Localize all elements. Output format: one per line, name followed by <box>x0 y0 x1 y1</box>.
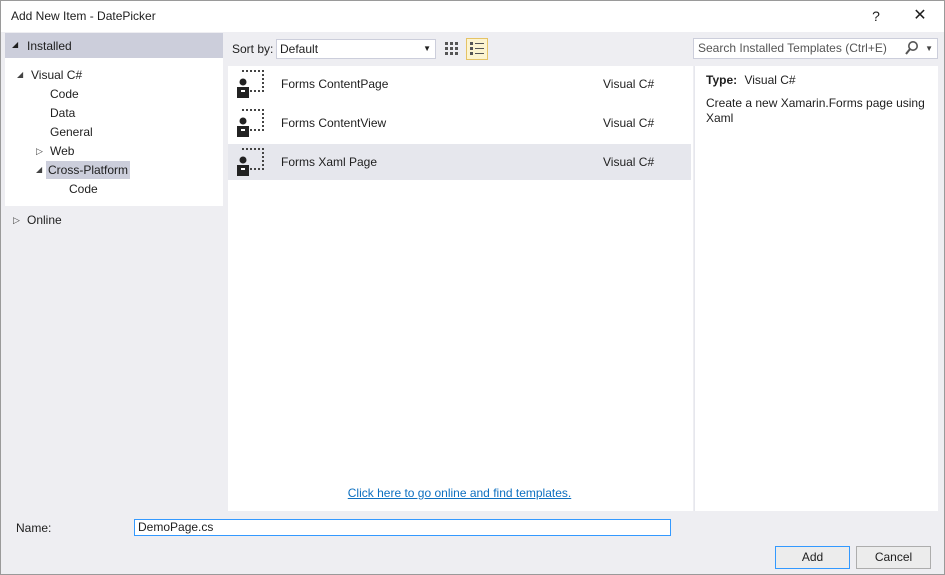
tree-node-label: Code <box>50 87 79 101</box>
template-row-forms-xaml-page[interactable]: Forms Xaml Page Visual C# <box>228 144 691 180</box>
tree-node-data[interactable]: Data <box>48 104 77 122</box>
add-new-item-dialog: Add New Item - DatePicker ? ✕ ◢ Installe… <box>0 0 945 575</box>
tree-node-label: Visual C# <box>31 68 83 82</box>
collapse-arrow-icon[interactable]: ◢ <box>12 40 18 49</box>
template-category-tree: ◢ Installed ◢ Visual C# Code Data Genera… <box>5 33 223 511</box>
tree-node-label: General <box>50 125 93 139</box>
go-online-link[interactable]: Click here to go online and find templat… <box>228 486 691 500</box>
sort-by-value: Default <box>280 42 319 56</box>
tree-node-online[interactable]: ▷ Online <box>13 211 62 229</box>
template-language: Visual C# <box>603 155 655 169</box>
window-title: Add New Item - DatePicker <box>11 9 156 23</box>
template-type: Type: Visual C# <box>706 73 796 87</box>
small-icons-view-button[interactable] <box>441 38 463 60</box>
name-label: Name: <box>16 521 52 535</box>
installed-tree-body: ◢ Visual C# Code Data General ▷ Web ◢ Cr… <box>5 58 223 206</box>
add-button[interactable]: Add <box>775 546 850 569</box>
search-templates-input[interactable]: Search Installed Templates (Ctrl+E) ▼ <box>693 38 938 59</box>
help-button[interactable]: ? <box>861 5 891 27</box>
tree-node-installed[interactable]: ◢ Installed <box>5 33 223 58</box>
template-name: Forms ContentPage <box>281 77 389 91</box>
expand-arrow-icon[interactable]: ▷ <box>13 211 20 229</box>
tree-node-cross-platform[interactable]: ◢ Cross-Platform <box>36 161 131 179</box>
forms-page-template-icon <box>237 70 264 98</box>
template-row-forms-contentpage[interactable]: Forms ContentPage Visual C# <box>228 66 691 102</box>
template-language: Visual C# <box>603 116 655 130</box>
template-row-forms-contentview[interactable]: Forms ContentView Visual C# <box>228 105 691 141</box>
template-details-panel: Type: Visual C# Create a new Xamarin.For… <box>694 66 938 511</box>
search-icon[interactable] <box>905 40 919 56</box>
grid-view-icon <box>445 42 458 55</box>
title-bar: Add New Item - DatePicker ? ✕ <box>1 1 944 32</box>
list-view-button[interactable] <box>466 38 488 60</box>
template-description: Create a new Xamarin.Forms page using Xa… <box>706 96 925 125</box>
tree-node-label: Cross-Platform <box>46 161 131 179</box>
search-options-caret-icon[interactable]: ▼ <box>925 39 933 58</box>
template-name: Forms ContentView <box>281 116 387 130</box>
expand-arrow-icon[interactable]: ▷ <box>36 142 43 160</box>
search-placeholder: Search Installed Templates (Ctrl+E) <box>698 41 887 55</box>
close-button[interactable]: ✕ <box>905 5 935 27</box>
tree-node-label: Data <box>50 106 76 120</box>
sort-by-label: Sort by: <box>232 42 274 56</box>
template-name: Forms Xaml Page <box>281 155 378 169</box>
template-list: Forms ContentPage Visual C# Forms Conten… <box>228 66 693 511</box>
item-name-input[interactable]: DemoPage.cs <box>134 519 671 536</box>
tree-node-label: Web <box>50 144 75 158</box>
list-view-icon <box>470 42 484 55</box>
forms-view-template-icon <box>237 109 264 137</box>
tree-node-visual-csharp[interactable]: ◢ Visual C# <box>17 66 84 84</box>
tree-node-installed-label: Installed <box>27 39 72 53</box>
dropdown-caret-icon: ▼ <box>423 44 431 53</box>
forms-xaml-template-icon <box>237 148 264 176</box>
tree-node-label: Online <box>27 213 62 227</box>
tree-node-cross-platform-code[interactable]: Code <box>67 180 100 198</box>
cancel-button[interactable]: Cancel <box>856 546 931 569</box>
type-value: Visual C# <box>744 73 796 87</box>
tree-node-code[interactable]: Code <box>48 85 81 103</box>
tree-node-general[interactable]: General <box>48 123 95 141</box>
type-label: Type: <box>706 73 738 87</box>
collapse-arrow-icon[interactable]: ◢ <box>17 66 23 84</box>
collapse-arrow-icon[interactable]: ◢ <box>36 161 42 179</box>
template-language: Visual C# <box>603 77 655 91</box>
tree-node-web[interactable]: ▷ Web <box>36 142 76 160</box>
sort-by-dropdown[interactable]: Default ▼ <box>276 39 436 59</box>
tree-node-label: Code <box>69 182 98 196</box>
